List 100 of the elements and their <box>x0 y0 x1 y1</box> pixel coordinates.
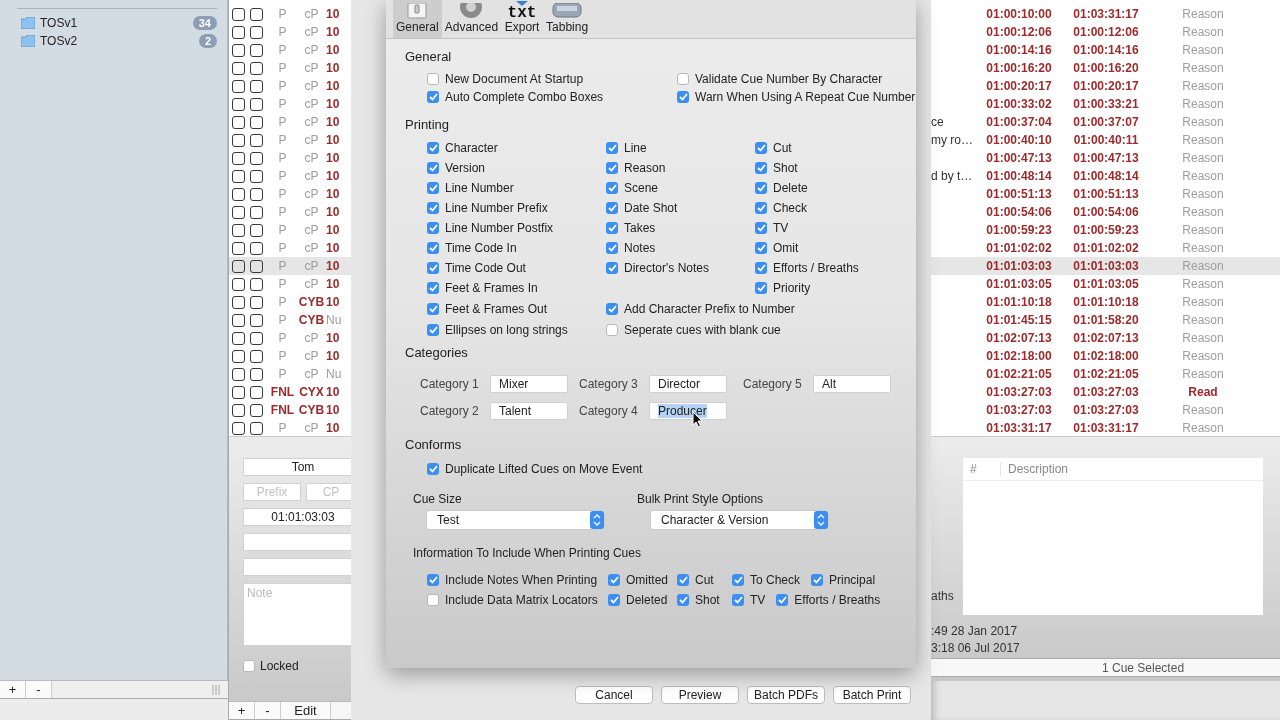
add-button[interactable]: + <box>229 702 255 719</box>
checkbox[interactable] <box>427 202 439 214</box>
cue-row[interactable]: 01:00:12:06 01:00:12:06 Reason <box>931 23 1280 41</box>
cue-row[interactable]: P CYB10 <box>229 293 351 311</box>
checkbox[interactable] <box>755 222 767 234</box>
checkbox[interactable] <box>232 385 245 399</box>
dialog-button[interactable]: Preview <box>661 686 739 704</box>
checkbox[interactable] <box>232 25 245 39</box>
cue-row[interactable]: 01:02:21:05 01:02:21:05 Reason <box>931 365 1280 383</box>
checkbox[interactable] <box>427 302 439 315</box>
checkbox[interactable] <box>250 223 263 237</box>
checkbox[interactable] <box>250 61 263 75</box>
checkbox[interactable] <box>755 282 767 294</box>
checkbox[interactable] <box>250 187 263 201</box>
folder-name[interactable]: TOSv1 <box>40 16 78 30</box>
cue-row[interactable]: ce 01:00:37:04 01:00:37:07 Reason <box>931 113 1280 131</box>
resize-handle-icon[interactable] <box>212 684 220 695</box>
checkbox[interactable] <box>608 594 620 606</box>
checkbox[interactable] <box>250 151 263 165</box>
cue-row[interactable]: FNL CYB10 <box>229 401 351 419</box>
checkbox[interactable] <box>677 594 689 606</box>
category-field[interactable]: Talent <box>490 401 568 420</box>
checkbox[interactable] <box>250 385 263 399</box>
cue-row[interactable]: 01:00:59:23 01:00:59:23 Reason <box>931 221 1280 239</box>
toolbar-tab[interactable]: General <box>393 0 442 38</box>
column-header[interactable]: Description <box>1001 462 1069 476</box>
cue-row[interactable]: 01:03:31:17 01:03:31:17 Reason <box>931 419 1280 437</box>
dialog-button[interactable]: Batch PDFs <box>747 686 825 704</box>
cue-row[interactable]: P cP 10 <box>229 329 351 347</box>
checkbox[interactable] <box>755 182 767 194</box>
checkbox[interactable] <box>250 133 263 147</box>
checkbox[interactable] <box>427 182 439 194</box>
checkbox[interactable] <box>427 73 439 85</box>
cue-row[interactable]: P cP 10 <box>229 203 351 221</box>
checkbox[interactable] <box>232 187 245 201</box>
checkbox[interactable] <box>250 79 263 93</box>
cue-row[interactable]: 01:00:16:20 01:00:16:20 Reason <box>931 59 1280 77</box>
checkbox[interactable] <box>427 91 439 103</box>
checkbox[interactable] <box>606 222 618 234</box>
checkbox[interactable] <box>232 151 245 165</box>
checkbox[interactable] <box>250 25 263 39</box>
timecode-field[interactable]: 01:01:03:03 <box>243 508 351 526</box>
remove-button[interactable]: - <box>255 702 281 719</box>
cue-row[interactable]: P cP 10 <box>229 149 351 167</box>
checkbox[interactable] <box>250 7 263 21</box>
cue-row[interactable]: 01:00:33:02 01:00:33:21 Reason <box>931 95 1280 113</box>
checkbox[interactable] <box>755 242 767 254</box>
checkbox[interactable] <box>250 331 263 345</box>
checkbox[interactable] <box>427 222 439 234</box>
character-field[interactable]: Tom <box>243 458 351 476</box>
cue-row[interactable]: P cP 10 <box>229 347 351 365</box>
checkbox[interactable] <box>232 295 245 309</box>
cue-row[interactable]: 01:01:02:02 01:01:02:02 Reason <box>931 239 1280 257</box>
checkbox[interactable] <box>250 259 263 273</box>
checkbox[interactable] <box>427 282 439 294</box>
checkbox[interactable] <box>427 323 439 336</box>
checkbox[interactable] <box>232 43 245 57</box>
checkbox[interactable] <box>250 403 263 417</box>
cue-row[interactable]: 01:02:07:13 01:02:07:13 Reason <box>931 329 1280 347</box>
checkbox[interactable] <box>232 115 245 129</box>
popup-menu[interactable]: Test <box>427 511 604 529</box>
checkbox[interactable] <box>606 242 618 254</box>
checkbox[interactable] <box>250 349 263 363</box>
cue-row[interactable]: 01:00:10:00 01:03:31:17 Reason <box>931 5 1280 23</box>
toolbar-tab[interactable]: txt Export <box>501 0 544 38</box>
category-field[interactable]: Alt <box>813 374 891 393</box>
cue-row[interactable]: P cP 10 <box>229 95 351 113</box>
checkbox[interactable] <box>250 421 263 435</box>
checkbox[interactable] <box>232 331 245 345</box>
cue-row[interactable]: 01:01:03:05 01:01:03:05 Reason <box>931 275 1280 293</box>
toolbar-tab[interactable]: Advanced <box>441 0 502 38</box>
cue-row[interactable]: d by t… 01:00:48:14 01:00:48:14 Reason <box>931 167 1280 185</box>
note-field[interactable]: Note <box>243 583 351 646</box>
cue-row[interactable]: 01:00:20:17 01:00:20:17 Reason <box>931 77 1280 95</box>
checkbox[interactable] <box>755 142 767 154</box>
checkbox[interactable] <box>677 91 689 103</box>
checkbox[interactable] <box>732 574 744 586</box>
cue-row[interactable]: P cP 10 <box>229 167 351 185</box>
cue-row[interactable]: 01:03:27:03 01:03:27:03 Reason <box>931 401 1280 419</box>
cue-row[interactable]: P cP 10 <box>229 275 351 293</box>
checkbox[interactable] <box>232 223 245 237</box>
add-button[interactable]: + <box>0 681 26 698</box>
toolbar-tab[interactable]: Tabbing <box>543 0 592 38</box>
prefix-field[interactable]: Prefix <box>243 483 301 501</box>
checkbox[interactable] <box>232 7 245 21</box>
cue-row[interactable]: P cP 10 <box>229 257 351 275</box>
checkbox[interactable] <box>755 162 767 174</box>
cue-row[interactable]: P cP 10 <box>229 185 351 203</box>
column-header[interactable]: # <box>963 462 1001 476</box>
checkbox[interactable] <box>250 169 263 183</box>
cue-row[interactable]: P cP 10 <box>229 419 351 437</box>
checkbox[interactable] <box>232 367 245 381</box>
checkbox[interactable] <box>776 594 789 606</box>
checkbox[interactable] <box>250 295 263 309</box>
checkbox[interactable] <box>608 574 620 586</box>
checkbox[interactable] <box>606 323 618 336</box>
checkbox[interactable] <box>232 313 245 327</box>
input-field[interactable] <box>243 533 351 551</box>
dialog-button[interactable]: Cancel <box>575 686 653 704</box>
checkbox[interactable] <box>232 205 245 219</box>
